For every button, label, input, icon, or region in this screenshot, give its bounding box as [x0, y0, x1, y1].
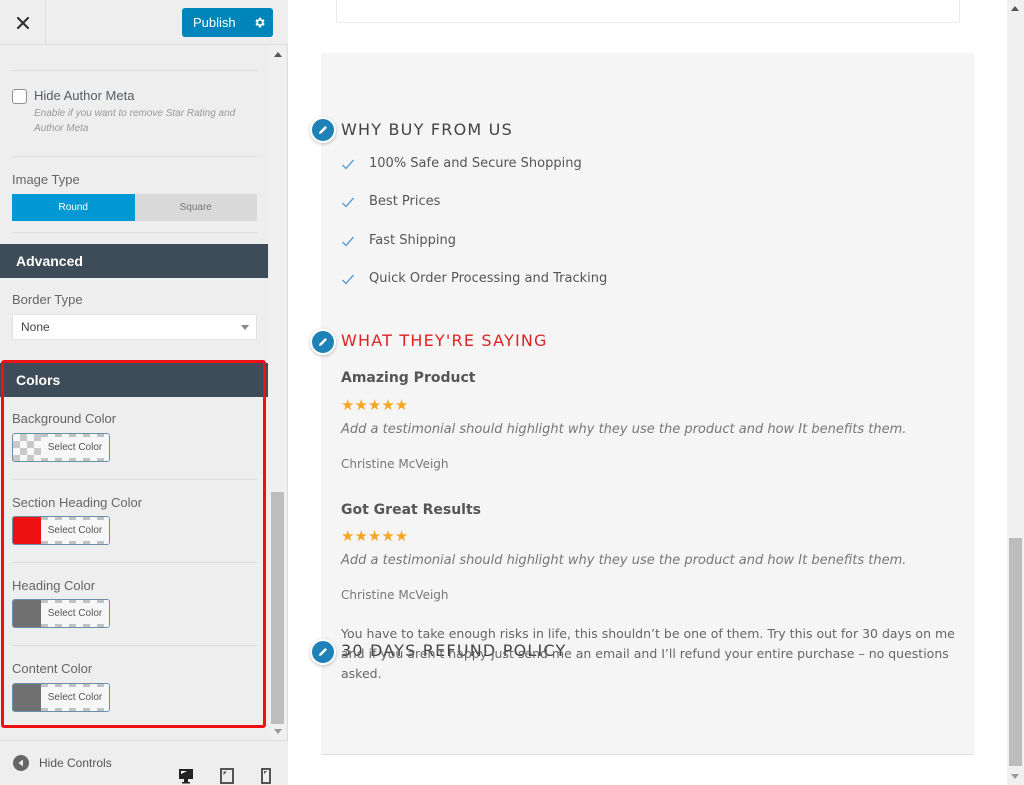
collapse-arrow-icon [13, 755, 29, 771]
star-icon: ★ [381, 528, 395, 545]
star-icon: ★ [341, 528, 355, 545]
why-buy-item-text: 100% Safe and Secure Shopping [369, 156, 582, 171]
mobile-icon [261, 768, 271, 784]
tablet-preview-button[interactable] [219, 768, 235, 784]
border-type-select[interactable]: None [12, 314, 257, 340]
chevron-down-icon [241, 325, 249, 330]
hide-author-meta-label: Hide Author Meta [34, 88, 135, 103]
why-buy-item: Quick Order Processing and Tracking [341, 271, 607, 286]
testimonial-author: Christine McVeigh [341, 457, 449, 471]
star-icon: ★ [367, 397, 382, 414]
tablet-icon [220, 768, 234, 784]
scroll-up-arrow-icon[interactable] [274, 52, 282, 57]
sidebar-scrollbar[interactable] [269, 45, 286, 740]
star-icon: ★ [381, 397, 395, 414]
check-icon [341, 235, 357, 247]
publish-button[interactable]: Publish [182, 8, 273, 37]
pencil-icon [319, 338, 327, 346]
customizer-panel: Hide Author Meta Enable if you want to r… [0, 45, 268, 740]
mobile-preview-button[interactable] [258, 768, 274, 784]
gear-icon [255, 17, 265, 28]
scroll-down-arrow-icon[interactable] [1011, 774, 1019, 779]
hide-controls-button[interactable]: Hide Controls [13, 755, 112, 771]
edit-refund-button[interactable] [310, 639, 336, 665]
customizer-topbar: Publish [0, 0, 288, 45]
testimonial-quote: Add a testimonial should highlight why t… [341, 422, 907, 437]
advanced-title: Advanced [16, 253, 83, 269]
testimonial-quote: Add a testimonial should highlight why t… [341, 553, 907, 568]
why-buy-item-text: Fast Shipping [369, 233, 456, 248]
star-rating: ★ ★ ★ ★ ★ [341, 398, 408, 413]
colors-highlight-box [1, 360, 266, 728]
star-icon: ★ [354, 528, 368, 545]
check-icon [341, 158, 357, 170]
divider [12, 70, 257, 71]
image-type-label: Image Type [12, 172, 80, 187]
divider [12, 232, 257, 233]
why-buy-title: WHY BUY FROM US [341, 120, 513, 139]
hide-controls-label: Hide Controls [39, 756, 112, 770]
image-type-round[interactable]: Round [12, 194, 135, 221]
why-buy-item-text: Best Prices [369, 194, 441, 209]
publish-settings-button[interactable] [246, 16, 273, 29]
check-icon [341, 196, 357, 208]
close-icon [16, 16, 29, 29]
hide-author-meta-checkbox[interactable] [12, 89, 27, 104]
pencil-icon [319, 648, 327, 656]
star-icon: ★ [394, 397, 409, 414]
star-icon: ★ [394, 528, 409, 545]
refund-text: You have to take enough risks in life, t… [341, 626, 955, 681]
why-buy-item-text: Quick Order Processing and Tracking [369, 271, 608, 286]
divider [12, 156, 257, 157]
customizer-sidebar: Publish Hide Author Meta Enable if you w… [0, 0, 288, 785]
scroll-down-arrow-icon[interactable] [274, 729, 282, 734]
testimonials-title: WHAT THEY'RE SAYING [341, 331, 548, 350]
why-buy-item: 100% Safe and Secure Shopping [341, 156, 582, 171]
scrollbar-thumb[interactable] [1009, 538, 1022, 766]
close-button[interactable] [0, 0, 46, 45]
star-icon: ★ [341, 397, 355, 414]
customizer-footer: Hide Controls [0, 740, 288, 785]
scroll-up-arrow-icon[interactable] [1011, 6, 1019, 11]
publish-label: Publish [193, 15, 236, 30]
star-icon: ★ [354, 397, 368, 414]
star-rating: ★ ★ ★ ★ ★ [341, 529, 408, 544]
hide-author-meta-option: Hide Author Meta [12, 88, 134, 104]
border-type-value: None [21, 320, 50, 334]
image-type-toggle: Round Square [12, 194, 257, 221]
desktop-preview-button[interactable] [178, 768, 194, 784]
border-type-label: Border Type [12, 292, 83, 307]
why-buy-item: Best Prices [341, 194, 440, 209]
site-preview: WHY BUY FROM US 100% Safe and Secure Sho… [288, 0, 1007, 785]
edit-why-buy-button[interactable] [310, 117, 336, 143]
preview-scrollbar[interactable] [1007, 0, 1024, 785]
why-buy-item: Fast Shipping [341, 233, 456, 248]
desktop-icon [179, 769, 193, 784]
preview-top-box [336, 0, 960, 23]
pencil-icon [319, 126, 327, 134]
advanced-section-header[interactable]: Advanced [0, 244, 268, 278]
check-icon [341, 273, 357, 285]
testimonial-title: Got Great Results [341, 502, 481, 518]
image-type-square[interactable]: Square [134, 194, 257, 221]
star-icon: ★ [367, 528, 382, 545]
edit-testimonials-button[interactable] [310, 329, 336, 355]
scrollbar-thumb[interactable] [271, 492, 284, 724]
testimonial-author: Christine McVeigh [341, 588, 449, 602]
testimonial-title: Amazing Product [341, 370, 476, 386]
hide-author-meta-description: Enable if you want to remove Star Rating… [34, 108, 236, 134]
